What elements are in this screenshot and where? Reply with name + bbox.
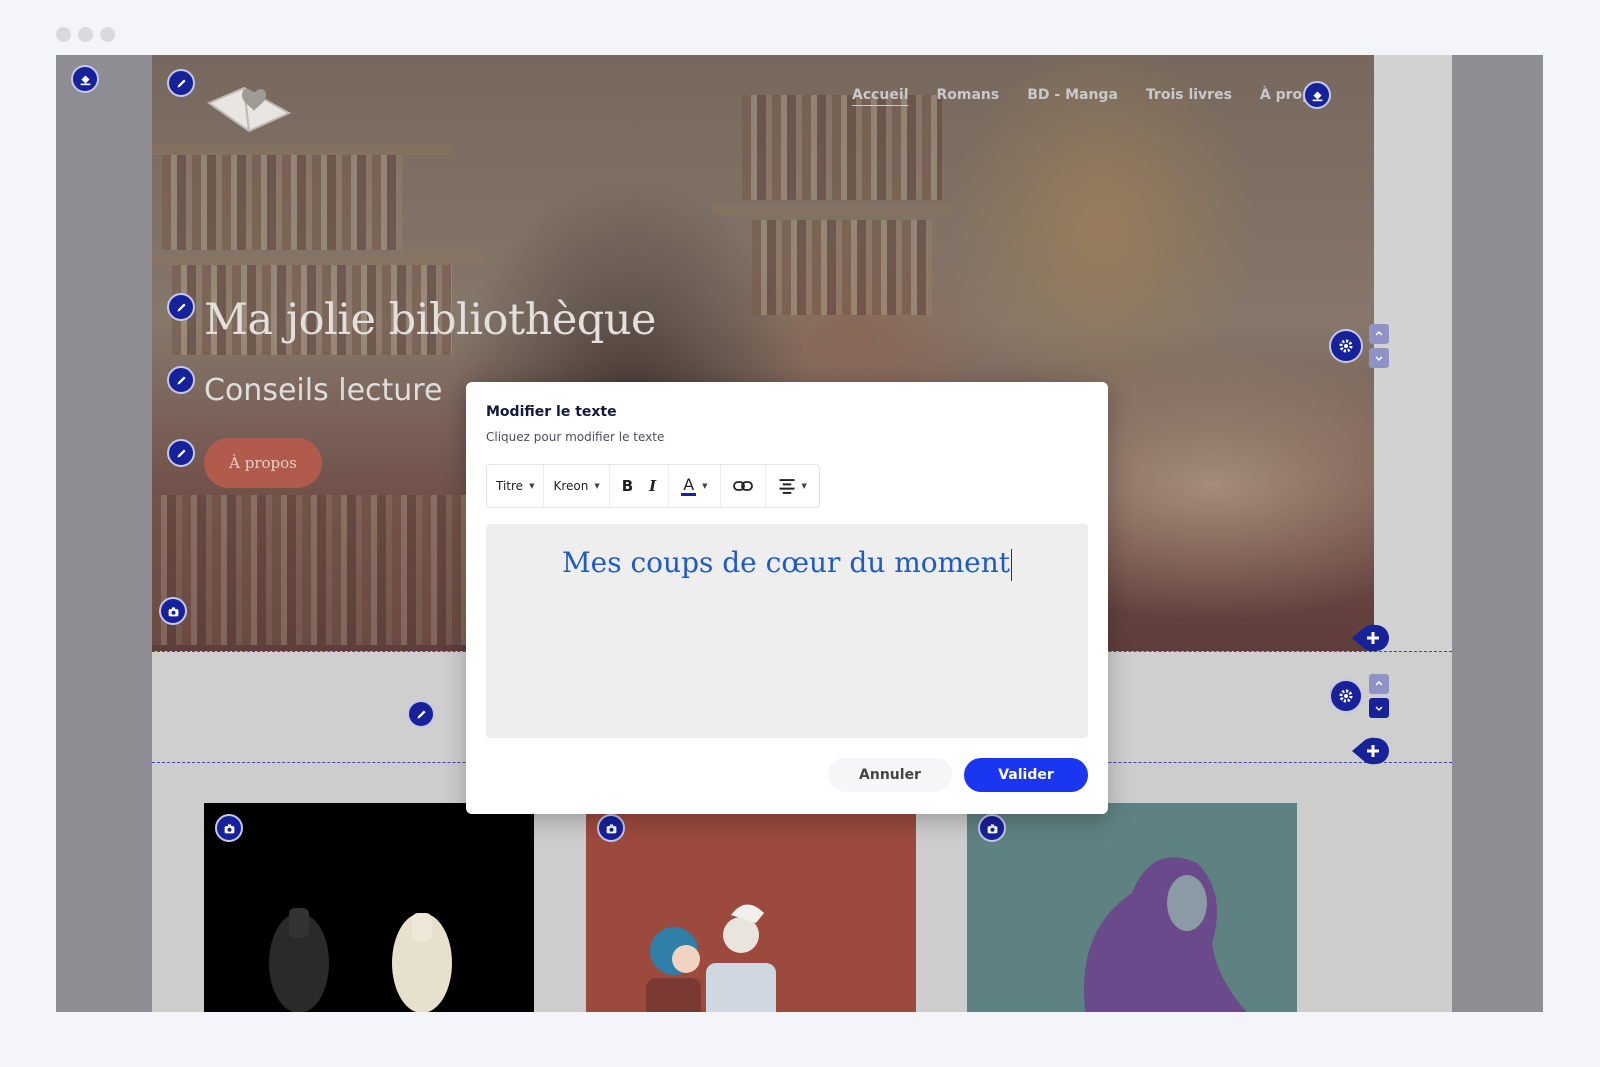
text-cursor [1011, 548, 1013, 581]
card-image-chess [204, 803, 534, 1012]
hero-about-button[interactable]: À propos [204, 438, 322, 488]
camera-icon[interactable] [978, 814, 1006, 842]
editor-text: Mes coups de cœur du moment [561, 546, 1011, 579]
font-select[interactable]: Kreon ▼ [544, 465, 610, 507]
nav-item-accueil[interactable]: Accueil [852, 87, 909, 103]
cancel-button[interactable]: Annuler [828, 758, 952, 792]
pencil-icon[interactable] [407, 700, 435, 728]
editor-content[interactable]: Mes coups de cœur du moment [486, 546, 1088, 581]
chevron-down-icon[interactable] [1369, 348, 1389, 368]
hero-title[interactable]: Ma jolie bibliothèque [204, 295, 656, 345]
text-style-select[interactable]: Titre ▼ [487, 465, 545, 507]
card-image-portrait [967, 803, 1297, 1012]
plus-icon[interactable] [1350, 736, 1390, 766]
paint-bucket-icon[interactable] [1303, 81, 1331, 109]
nav-item-bd-manga[interactable]: BD - Manga [1027, 87, 1118, 103]
book-heart-logo [206, 86, 292, 133]
caret-down-icon: ▼ [594, 482, 600, 490]
chevron-up-icon[interactable] [1369, 674, 1389, 694]
edit-text-dialog: Modifier le texte Cliquez pour modifier … [466, 382, 1108, 814]
caret-down-icon: ▼ [801, 482, 807, 490]
hero-subtitle[interactable]: Conseils lecture [204, 373, 442, 408]
pencil-icon[interactable] [167, 69, 195, 97]
bold-icon: B [621, 477, 634, 495]
window-dot [100, 27, 115, 42]
text-color-button[interactable]: A ▼ [669, 465, 721, 507]
pencil-icon[interactable] [167, 439, 195, 467]
gear-icon[interactable] [1329, 679, 1363, 713]
nav-item-romans[interactable]: Romans [937, 87, 1000, 103]
camera-icon[interactable] [597, 814, 625, 842]
text-color-icon: A [681, 474, 697, 496]
pencil-icon[interactable] [167, 366, 195, 394]
link-icon [732, 481, 753, 491]
align-center-icon [779, 478, 795, 494]
align-button[interactable]: ▼ [766, 465, 819, 507]
gear-icon[interactable] [1329, 329, 1363, 363]
camera-icon[interactable] [159, 597, 187, 625]
italic-icon: I [649, 477, 657, 495]
card-image-couple [586, 803, 916, 1012]
camera-icon[interactable] [215, 814, 243, 842]
nav-item-trois-livres[interactable]: Trois livres [1146, 87, 1232, 103]
text-toolbar: Titre ▼ Kreon ▼ B I A ▼ ▼ [486, 464, 820, 508]
main-nav: Accueil Romans BD - Manga Trois livres À… [852, 87, 1330, 103]
window-dot [78, 27, 93, 42]
chevron-up-icon[interactable] [1369, 324, 1389, 344]
paint-bucket-icon[interactable] [71, 65, 99, 93]
text-style-value: Titre [496, 479, 524, 493]
link-button[interactable] [721, 465, 766, 507]
caret-down-icon: ▼ [529, 482, 535, 490]
confirm-button[interactable]: Valider [964, 758, 1088, 792]
dialog-title: Modifier le texte [486, 404, 617, 420]
bold-button[interactable]: B [610, 465, 641, 507]
chevron-down-icon[interactable] [1369, 698, 1389, 718]
font-value: Kreon [553, 479, 589, 493]
window-controls [56, 27, 115, 42]
text-editor-area[interactable]: Mes coups de cœur du moment [486, 524, 1088, 738]
caret-down-icon: ▼ [702, 482, 708, 490]
pencil-icon[interactable] [167, 293, 195, 321]
plus-icon[interactable] [1350, 623, 1390, 653]
dialog-subtitle: Cliquez pour modifier le texte [486, 430, 665, 444]
italic-button[interactable]: I [641, 465, 670, 507]
window-dot [56, 27, 71, 42]
